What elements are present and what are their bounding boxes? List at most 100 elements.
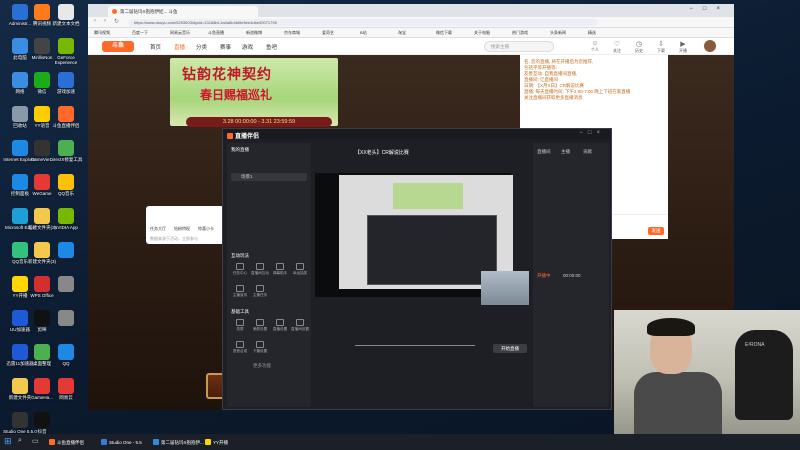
desktop-icon[interactable]: DirectX修复工具 — [48, 140, 84, 174]
tool-button[interactable]: 任务中心 — [231, 263, 249, 276]
header-icon-item[interactable]: ☺ 个人 — [588, 40, 602, 53]
header-glyph-icon: ⇩ — [658, 41, 664, 48]
window-controls[interactable]: −□× — [689, 6, 730, 12]
app-icon — [58, 38, 74, 54]
back-icon[interactable]: ‹ — [94, 18, 96, 24]
right-tab-contribution[interactable]: 贡献 — [583, 149, 592, 155]
tool-button[interactable]: 主播宣传 — [231, 285, 249, 298]
desktop-icon-label — [48, 293, 84, 303]
event-banner[interactable]: 钻韵花神契约 春日赐福巡礼 — [170, 58, 338, 126]
bookmark-link[interactable]: 斗鱼直播 — [208, 30, 224, 36]
gift-item-card[interactable]: 惊喜小卡 — [198, 226, 214, 232]
douyu-logo[interactable]: 斗鱼 — [102, 41, 134, 52]
desktop-icon[interactable]: NVIDIA App — [48, 208, 84, 242]
header-icon-item[interactable]: ◷ 历史 — [632, 40, 646, 54]
desktop-icon[interactable]: 新建文本文档 — [48, 4, 84, 38]
tool-button[interactable]: 语音合成 — [231, 341, 249, 354]
taskbar-app[interactable]: 第二届钻玛X抱抱伊... — [152, 437, 204, 447]
app-icon — [58, 208, 74, 224]
tool-button[interactable]: 录屏 — [231, 319, 249, 332]
refresh-icon[interactable]: ↻ — [114, 18, 119, 25]
nav-esports[interactable]: 赛事 — [220, 43, 231, 51]
bookmark-link[interactable]: 百度一下 — [132, 30, 148, 36]
nav-fishbar[interactable]: 鱼吧 — [266, 43, 277, 51]
bookmark-link[interactable]: 爱奇艺 — [322, 30, 334, 36]
desktop-icon[interactable]: GeForce Experience — [48, 38, 84, 72]
bookmark-link[interactable]: 精选 — [588, 30, 596, 36]
gift-hint: 数据来源于活动，立即参与 — [150, 236, 198, 241]
stream-title[interactable]: 【XX老头】CR解说比赛 — [355, 149, 409, 156]
bookmark-link[interactable]: 淘宝 — [398, 30, 406, 36]
desktop-icon[interactable]: QQ — [48, 344, 84, 378]
tool-icon — [256, 341, 264, 348]
avatar[interactable] — [704, 40, 716, 52]
desktop-icon[interactable]: QQ音乐 — [48, 174, 84, 208]
start-menu-icon[interactable]: ⊞ — [4, 436, 12, 447]
app-icon — [58, 378, 74, 394]
desktop-icon[interactable] — [48, 310, 84, 344]
header-icon-item[interactable]: ⇩ 下载 — [654, 40, 668, 54]
taskbar-app-icon — [153, 439, 159, 445]
gift-item-privilege[interactable]: 钻粉特权 — [174, 226, 190, 232]
app-window-controls[interactable]: −□× — [579, 130, 605, 136]
task-view-icon[interactable]: ▭ — [32, 437, 39, 445]
desktop-icon[interactable]: 网易云 — [48, 378, 84, 412]
bookmark-link[interactable]: 京东商城 — [284, 30, 300, 36]
gift-item-task[interactable]: 任务大厅 — [150, 226, 166, 232]
desktop-icon-label — [48, 259, 84, 269]
tool-button[interactable]: 美颜设置 — [251, 319, 269, 332]
right-tab-anchor[interactable]: 主播 — [561, 149, 570, 155]
desktop-icon[interactable]: 游戏加速 — [48, 72, 84, 106]
taskbar-app[interactable]: 斗鱼直播伴侣 — [48, 437, 84, 447]
tool-button[interactable]: 下播设置 — [251, 341, 269, 354]
site-search-input[interactable]: 搜索主播 — [484, 41, 554, 52]
bookmark-link[interactable]: 关于电脑 — [474, 30, 490, 36]
header-icon-label: 个人 — [591, 47, 599, 52]
tool-button[interactable]: 直播设置 — [271, 319, 289, 332]
nav-games[interactable]: 游戏 — [242, 43, 253, 51]
taskbar-app[interactable]: YY开播 — [204, 437, 228, 447]
tool-label: 语音合成 — [232, 349, 248, 353]
start-live-button[interactable]: 开始直播 — [493, 344, 527, 353]
url-input[interactable]: https://www.douyu.com/5253503/dycid=2116… — [128, 19, 598, 26]
header-icon-item[interactable]: ▶ 开播 — [676, 40, 690, 54]
send-button[interactable]: 发送 — [648, 227, 664, 235]
bookmark-link[interactable]: 头条新闻 — [550, 30, 566, 36]
tool-button[interactable]: 直播间互动 — [251, 263, 269, 276]
bookmark-link[interactable]: B站 — [360, 30, 367, 36]
bookmark-link[interactable]: 网易云音乐 — [170, 30, 190, 36]
desktop-icon[interactable]: 斗鱼直播伴侣 — [48, 106, 84, 140]
bookmark-link[interactable]: 新浪微博 — [246, 30, 262, 36]
nav-home[interactable]: 首页 — [150, 43, 161, 51]
search-icon[interactable]: ⌕ — [18, 437, 22, 445]
header-icon-item[interactable]: ♡ 关注 — [610, 40, 624, 54]
bookmark-link[interactable]: 热门游戏 — [512, 30, 528, 36]
scene-item[interactable]: 场景1 — [231, 173, 307, 181]
tool-label: 主播宣传 — [232, 293, 248, 297]
tool-button[interactable]: 弹幕助手 — [271, 263, 289, 276]
bookmark-link[interactable]: 微信下载 — [436, 30, 452, 36]
tool-button[interactable]: 幸运抽奖 — [291, 263, 309, 276]
app-icon — [58, 4, 74, 20]
desktop-icon[interactable] — [48, 276, 84, 310]
app-sidebar: 我的直播 场景1 互动玩法 任务中心 直播间互动 弹幕助手 幸运抽奖 主播宣传 主播任务 … — [227, 143, 311, 407]
nav-live[interactable]: 直播 — [174, 43, 185, 51]
right-tab-room[interactable]: 直播间 — [537, 149, 551, 155]
taskbar-app-icon — [101, 439, 107, 445]
more-functions-link[interactable]: 更多功能 — [253, 363, 271, 369]
app-logo: 直播伴侣 — [227, 131, 259, 140]
forward-icon[interactable]: › — [104, 18, 106, 24]
volume-slider[interactable] — [355, 345, 475, 346]
desktop-icon[interactable] — [48, 242, 84, 276]
taskbar-app[interactable]: Studio One - 5.5 — [100, 437, 142, 447]
browser-tab-active[interactable]: 第二届钻玛X抱抱伊娃... 斗鱼 — [108, 6, 258, 17]
tool-button[interactable]: 直播间设置 — [291, 319, 309, 332]
nav-category[interactable]: 分类 — [196, 43, 207, 51]
tool-icon — [236, 263, 244, 270]
desktop-icon-label — [48, 327, 84, 337]
tool-button[interactable]: 主播任务 — [251, 285, 269, 298]
bookmark-link[interactable]: 腾讯视频 — [94, 30, 110, 36]
taskbar-app-label: 第二届钻玛X抱抱伊... — [161, 440, 204, 445]
taskbar-app-icon — [205, 439, 211, 445]
app-icon — [58, 72, 74, 88]
